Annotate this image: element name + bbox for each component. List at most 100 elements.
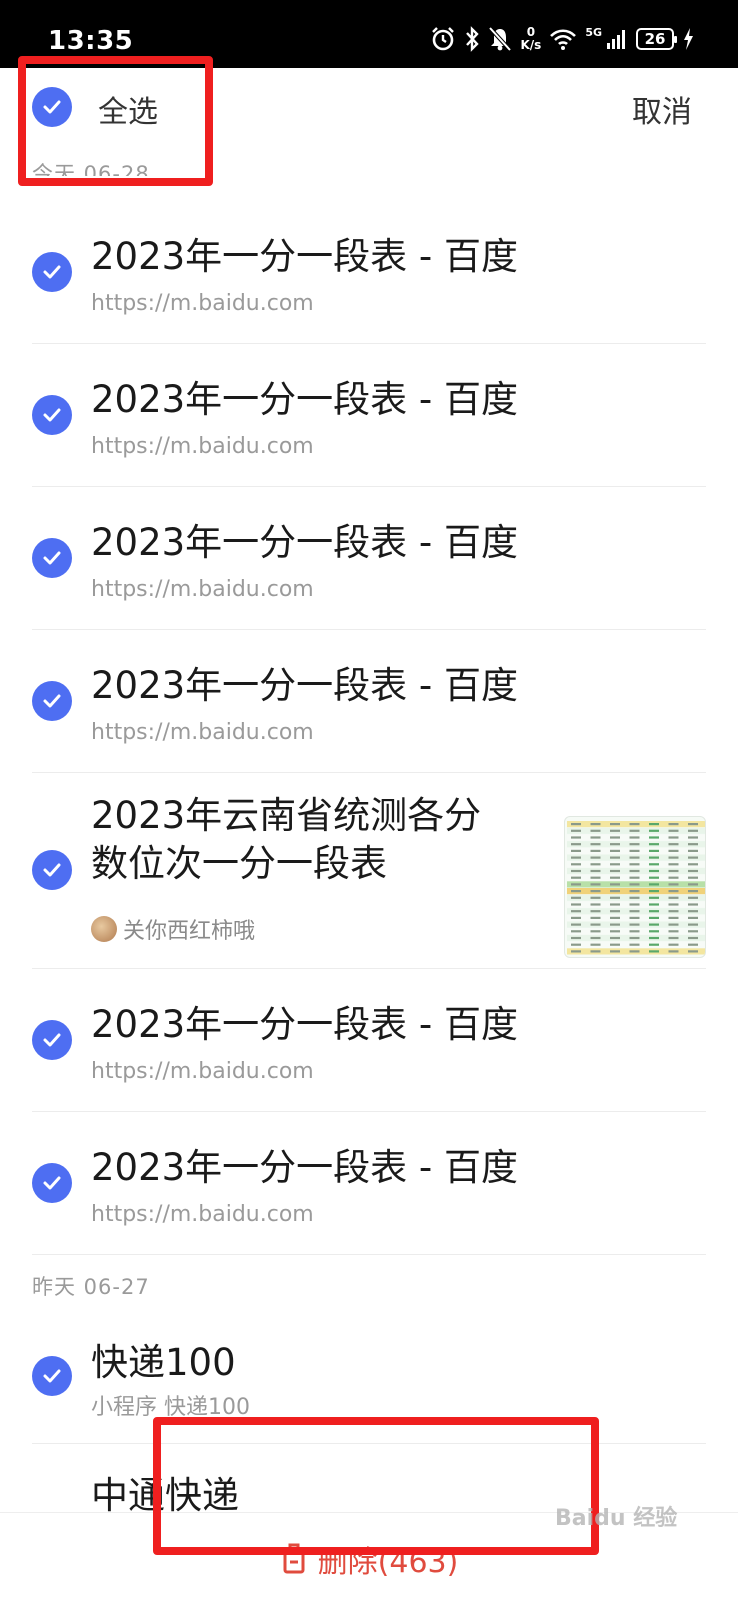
item-checkbox[interactable]: [32, 1356, 72, 1396]
thumbnail-cell: [590, 869, 601, 873]
history-item[interactable]: 2023年一分一段表 - 百度 https://m.baidu.com: [0, 343, 738, 486]
thumbnail-cell: [571, 883, 581, 886]
history-item[interactable]: 2023年一分一段表 - 百度 https://m.baidu.com: [0, 1111, 738, 1254]
thumbnail-cell: [629, 876, 640, 879]
item-checkbox[interactable]: [32, 1020, 72, 1060]
thumbnail-cell: [590, 856, 601, 859]
thumbnail-cell: [649, 876, 659, 879]
thumbnail-cell: [649, 910, 659, 913]
item-checkbox[interactable]: [32, 681, 72, 721]
thumbnail-cell: [590, 876, 601, 879]
thumbnail-cell: [571, 916, 581, 919]
thumbnail-cell: [649, 823, 659, 826]
thumbnail-cell: [610, 843, 620, 846]
history-item[interactable]: 2023年一分一段表 - 百度 https://m.baidu.com: [0, 200, 738, 343]
checkmark-icon: [43, 265, 61, 279]
thumbnail-cell: [590, 843, 601, 846]
thumbnail-cell: [571, 829, 581, 832]
thumbnail-cell: [571, 930, 581, 933]
thumbnail-cell: [649, 849, 659, 852]
item-checkbox[interactable]: [32, 850, 72, 890]
battery-icon: 26: [636, 28, 677, 50]
thumbnail-cell: [610, 869, 620, 873]
section-label: 昨天 06-27: [32, 1275, 150, 1299]
thumbnail-cell: [668, 876, 679, 879]
thumbnail-cell: [590, 950, 601, 953]
thumbnail-cell: [571, 823, 581, 826]
net-speed: 0 K/s: [520, 26, 541, 52]
item-checkbox[interactable]: [32, 1163, 72, 1203]
thumbnail-cell: [688, 896, 698, 899]
thumbnail-cell: [649, 843, 659, 846]
thumbnail-cell: [629, 930, 640, 933]
thumbnail-cell: [610, 943, 620, 946]
thumbnail-cell: [688, 843, 698, 846]
section-header-yesterday: 昨天 06-27: [32, 1271, 150, 1301]
thumbnail-cell: [668, 923, 679, 926]
thumbnail-cell: [610, 876, 620, 879]
alarm-icon: [430, 25, 456, 53]
annotation-box-select-all: [18, 56, 213, 186]
thumbnail-cell: [629, 856, 640, 859]
thumbnail-cell: [571, 890, 581, 893]
thumbnail-cell: [590, 943, 601, 946]
thumbnail-cell: [688, 863, 698, 866]
thumbnail-cell: [688, 890, 698, 893]
checkmark-icon: [43, 1176, 61, 1190]
thumbnail-cell: [668, 950, 679, 953]
thumbnail-cell: [590, 836, 601, 839]
thumbnail-cell: [629, 903, 640, 906]
item-url: https://m.baidu.com: [91, 434, 314, 459]
thumbnail-cell: [610, 890, 620, 893]
wifi-icon: [549, 25, 577, 53]
thumbnail-cell: [610, 863, 620, 866]
thumbnail-cell: [610, 930, 620, 933]
thumbnail-cell: [629, 849, 640, 852]
thumbnail-cell: [649, 916, 659, 919]
item-title: 2023年一分一段表 - 百度: [91, 521, 519, 564]
checkmark-icon: [43, 1369, 61, 1383]
article-thumbnail: [564, 816, 706, 958]
thumbnail-cell: [571, 950, 581, 953]
thumbnail-cell: [688, 930, 698, 933]
thumbnail-cell: [590, 883, 601, 886]
item-checkbox[interactable]: [32, 538, 72, 578]
thumbnail-cell: [629, 950, 640, 953]
history-item[interactable]: 2023年一分一段表 - 百度 https://m.baidu.com: [0, 486, 738, 629]
item-checkbox[interactable]: [32, 252, 72, 292]
cancel-button[interactable]: 取消: [632, 87, 692, 131]
thumbnail-cell: [649, 950, 659, 953]
item-title-line2: 数位次一分一段表: [91, 842, 387, 885]
thumbnail-cell: [571, 843, 581, 846]
thumbnail-cell: [649, 903, 659, 906]
thumbnail-cell: [629, 836, 640, 839]
thumbnail-cell: [590, 916, 601, 919]
thumbnail-cell: [629, 890, 640, 893]
thumbnail-cell: [688, 903, 698, 906]
history-item[interactable]: 2023年一分一段表 - 百度 https://m.baidu.com: [0, 968, 738, 1111]
thumbnail-cell: [649, 923, 659, 926]
thumbnail-cell: [610, 823, 620, 826]
history-item[interactable]: 2023年一分一段表 - 百度 https://m.baidu.com: [0, 629, 738, 772]
thumbnail-cell: [668, 869, 679, 873]
thumbnail-cell: [590, 829, 601, 832]
thumbnail-cell: [590, 923, 601, 926]
thumbnail-cell: [571, 876, 581, 879]
item-checkbox[interactable]: [32, 395, 72, 435]
thumbnail-cell: [571, 910, 581, 913]
thumbnail-cell: [610, 836, 620, 839]
thumbnail-cell: [590, 849, 601, 852]
thumbnail-cell: [610, 829, 620, 832]
thumbnail-cell: [610, 856, 620, 859]
annotation-box-delete: [153, 1417, 599, 1555]
item-title: 2023年一分一段表 - 百度: [91, 1146, 519, 1189]
thumbnail-cell: [649, 856, 659, 859]
thumbnail-cell: [610, 883, 620, 886]
item-title: 2023年一分一段表 - 百度: [91, 1003, 519, 1046]
thumbnail-cell: [610, 849, 620, 852]
thumbnail-cell: [668, 863, 679, 866]
thumbnail-cell: [688, 823, 698, 826]
thumbnail-cell: [668, 829, 679, 832]
signal-icon: [606, 25, 628, 53]
battery-level: 26: [644, 30, 666, 48]
